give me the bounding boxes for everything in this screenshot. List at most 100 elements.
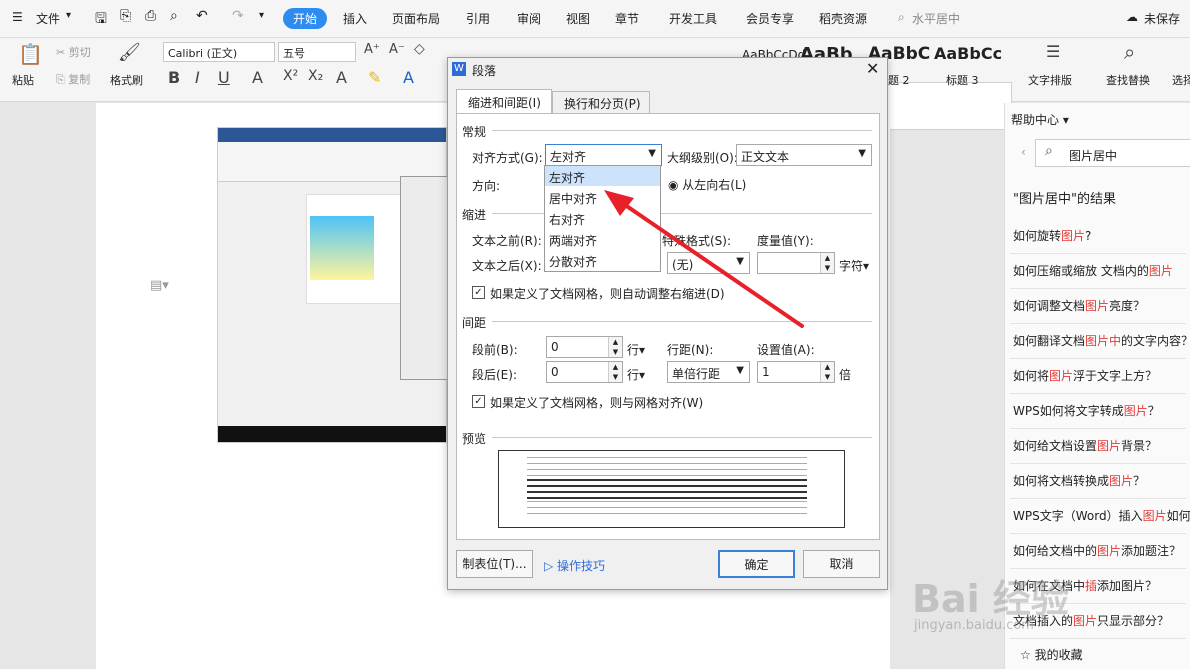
faq-item[interactable]: WPS文字（Word）插入图片如何 bbox=[1013, 507, 1190, 524]
text-layout-button[interactable]: 文字排版 bbox=[1028, 72, 1072, 88]
cut-button[interactable]: ✂ 剪切 bbox=[56, 44, 91, 60]
spin-arrows[interactable]: ▲ ▼ bbox=[608, 362, 622, 382]
paste-icon[interactable]: 📋 bbox=[18, 42, 43, 66]
measure-unit-select[interactable]: 字符▾ bbox=[839, 257, 869, 274]
align-select[interactable]: 左对齐 ▼ bbox=[545, 144, 662, 166]
find-replace-button[interactable]: 查找替换 bbox=[1106, 72, 1150, 88]
italic-icon[interactable]: I bbox=[195, 68, 200, 87]
print-icon[interactable]: ⎙ bbox=[145, 8, 156, 24]
option-right[interactable]: 右对齐 bbox=[549, 211, 585, 228]
space-after-input[interactable]: 0 ▲ ▼ bbox=[546, 361, 623, 383]
undo-icon[interactable]: ↶ bbox=[196, 8, 208, 24]
setting-input[interactable]: 1 ▲ ▼ bbox=[757, 361, 835, 383]
save-icon[interactable]: 🖫 bbox=[95, 8, 107, 32]
font-color-icon[interactable]: A bbox=[403, 68, 414, 87]
measure-unit-label: 字符 bbox=[839, 259, 864, 273]
back-icon[interactable]: ‹ bbox=[1021, 145, 1026, 159]
tips-link[interactable]: ▷ 操作技巧 bbox=[544, 557, 605, 574]
favorites-link[interactable]: ☆ 我的收藏 bbox=[1020, 646, 1083, 663]
tab-home[interactable]: 开始 bbox=[283, 8, 328, 29]
style-heading3[interactable]: AaBbCc bbox=[934, 44, 1002, 63]
more-icon[interactable]: ▾ bbox=[259, 10, 264, 21]
preview-current-paragraph bbox=[527, 479, 807, 499]
chevron-down-icon[interactable]: ▾ bbox=[66, 10, 71, 21]
spin-arrows[interactable]: ▲ ▼ bbox=[820, 362, 834, 382]
faq-item[interactable]: 如何给文档设置图片背景？ bbox=[1013, 437, 1157, 454]
wps-icon: W bbox=[452, 62, 466, 76]
line-spacing-select[interactable]: 单倍行距 ▼ bbox=[667, 361, 750, 383]
clear-format-icon[interactable]: ◇ bbox=[414, 41, 425, 57]
faq-text: WPS文字（Word）插入 bbox=[1013, 509, 1143, 523]
faq-text: 添加图片？ bbox=[1097, 579, 1158, 593]
text-layout-icon[interactable]: ☰ bbox=[1046, 42, 1060, 61]
space-before-unit[interactable]: 行▾ bbox=[627, 341, 645, 358]
faq-item[interactable]: 如何压缩或缩放 文档内的图片 bbox=[1013, 262, 1173, 279]
grid-indent-checkbox[interactable]: ✓ bbox=[472, 286, 485, 299]
tab-developer[interactable]: 开发工具 bbox=[669, 10, 717, 27]
paste-button[interactable]: 粘贴 bbox=[12, 72, 34, 88]
highlight-icon[interactable]: ✎ bbox=[368, 68, 381, 87]
faq-item[interactable]: 如何旋转图片? bbox=[1013, 227, 1091, 244]
cancel-button[interactable]: 取消 bbox=[803, 550, 880, 578]
subscript-icon[interactable]: X₂ bbox=[308, 68, 323, 84]
before-text-label: 文本之前(R): bbox=[472, 234, 542, 248]
result-title: "图片居中"的结果 bbox=[1013, 192, 1116, 207]
ok-button[interactable]: 确定 bbox=[718, 550, 795, 578]
help-search-value: 图片居中 bbox=[1069, 149, 1118, 163]
file-menu[interactable]: 文件 bbox=[36, 10, 60, 27]
select-button[interactable]: 选择 bbox=[1172, 72, 1190, 88]
strikethrough-icon[interactable]: A bbox=[252, 68, 263, 87]
tab-member[interactable]: 会员专享 bbox=[746, 10, 794, 27]
faq-item[interactable]: 如何将图片浮于文字上方？ bbox=[1013, 367, 1157, 384]
space-after-unit[interactable]: 行▾ bbox=[627, 366, 645, 383]
spin-arrows[interactable]: ▲ ▼ bbox=[820, 253, 834, 273]
faq-keyword: 图片 bbox=[1123, 404, 1148, 418]
faq-text: ？ bbox=[1147, 404, 1160, 418]
spacing-section: 间距 bbox=[462, 316, 487, 330]
tab-layout[interactable]: 页面布局 bbox=[392, 10, 440, 27]
faq-item[interactable]: WPS如何将文字转成图片？ bbox=[1013, 402, 1160, 419]
superscript-icon[interactable]: X² bbox=[283, 68, 298, 84]
outline-select[interactable]: 正文文本 ▼ bbox=[736, 144, 872, 166]
tab-docer[interactable]: 稻壳资源 bbox=[819, 10, 867, 27]
faq-item[interactable]: 如何将文档转换成图片？ bbox=[1013, 472, 1145, 489]
format-painter-button[interactable]: 格式刷 bbox=[110, 72, 143, 88]
faq-keyword: 图片 bbox=[1085, 299, 1110, 313]
shrink-font-icon[interactable]: A⁻ bbox=[389, 42, 405, 57]
close-icon[interactable]: ✕ bbox=[866, 59, 879, 78]
spin-arrows[interactable]: ▲ ▼ bbox=[608, 337, 622, 357]
unit-label: 行 bbox=[627, 343, 640, 357]
bold-icon[interactable]: B bbox=[168, 68, 180, 87]
find-icon[interactable]: ⌕ bbox=[1124, 40, 1135, 64]
redo-icon[interactable]: ↷ bbox=[232, 8, 244, 24]
search-icon[interactable]: ⌕ bbox=[898, 10, 905, 25]
faq-item[interactable]: 如何给文档中的图片添加题注？ bbox=[1013, 542, 1181, 559]
faq-item[interactable]: 如何翻译文档图片中的文字内容？ bbox=[1013, 332, 1190, 349]
font-name-select[interactable]: Calibri (正文) bbox=[163, 42, 275, 62]
text-effect-icon[interactable]: A bbox=[336, 68, 347, 87]
grid-align-checkbox[interactable]: ✓ bbox=[472, 395, 485, 408]
help-center-header[interactable]: 帮助中心 ▾ bbox=[1011, 111, 1069, 128]
preview-icon[interactable]: ⌕ bbox=[170, 8, 178, 24]
faq-text: ? bbox=[1085, 229, 1092, 243]
tab-section[interactable]: 章节 bbox=[615, 10, 639, 27]
faq-item[interactable]: 如何调整文档图片亮度？ bbox=[1013, 297, 1145, 314]
embedded-screenshot bbox=[217, 127, 448, 443]
paragraph-icon[interactable]: ▤▾ bbox=[150, 278, 169, 293]
font-size-select[interactable]: 五号 bbox=[278, 42, 356, 62]
grow-font-icon[interactable]: A⁺ bbox=[364, 42, 380, 57]
hamburger-icon[interactable]: ☰ bbox=[12, 10, 23, 24]
tab-references[interactable]: 引用 bbox=[466, 10, 490, 27]
format-painter-icon[interactable]: 🖌 bbox=[118, 42, 141, 63]
faq-keyword: 图片 bbox=[1097, 544, 1122, 558]
option-left[interactable]: 左对齐 bbox=[549, 169, 585, 186]
export-icon[interactable]: ⎘ bbox=[120, 8, 131, 24]
copy-button[interactable]: ⎘ 复制 bbox=[56, 71, 90, 87]
tab-insert[interactable]: 插入 bbox=[343, 10, 367, 27]
tab-view[interactable]: 视图 bbox=[566, 10, 590, 27]
unsaved-status[interactable]: 未保存 bbox=[1144, 10, 1180, 27]
tab-review[interactable]: 审阅 bbox=[517, 10, 541, 27]
underline-icon[interactable]: U bbox=[218, 68, 230, 87]
tab-stops-button[interactable]: 制表位(T)... bbox=[456, 550, 533, 578]
search-box[interactable]: 水平居中 bbox=[912, 10, 960, 27]
